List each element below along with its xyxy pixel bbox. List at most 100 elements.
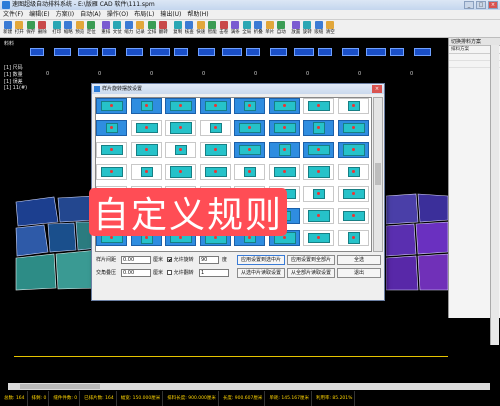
toolbar-button[interactable]: 新建 <box>2 20 14 38</box>
strip-piece[interactable] <box>78 48 98 56</box>
load-selected-button[interactable]: 从选中片读取设置 <box>237 268 285 278</box>
toolbar-button[interactable]: 缩略 <box>63 20 75 38</box>
toolbar-button[interactable]: 折叠 <box>253 20 265 38</box>
spacing-input[interactable]: 0.00 <box>121 256 151 264</box>
piece-thumbnail[interactable] <box>303 164 334 180</box>
toolbar-button[interactable]: 缩力 <box>123 20 135 38</box>
strip-piece[interactable] <box>198 48 215 56</box>
piece-thumbnail[interactable] <box>130 98 162 114</box>
piece-thumbnail[interactable] <box>199 164 231 180</box>
piece-thumbnail[interactable] <box>130 142 162 158</box>
piece-thumbnail[interactable] <box>268 164 300 180</box>
menu-layout[interactable]: 布局(L) <box>131 10 157 19</box>
piece-thumbnail[interactable] <box>199 120 231 136</box>
flip-input[interactable]: 1 <box>199 269 229 277</box>
menu-operate[interactable]: 操作(O) <box>104 10 131 19</box>
toolbar-button[interactable]: 单片 <box>264 20 276 38</box>
menu-help[interactable]: 帮助(H) <box>184 10 211 19</box>
piece-thumbnail[interactable] <box>96 164 127 180</box>
toolbar-button[interactable]: 复制 <box>172 20 184 38</box>
piece-thumbnail[interactable] <box>337 230 369 246</box>
toolbar-button[interactable]: 打开 <box>14 20 26 38</box>
piece-thumbnail[interactable] <box>303 186 334 202</box>
piece-thumbnail[interactable] <box>337 142 369 158</box>
strip-piece[interactable] <box>342 48 359 56</box>
piece-thumbnail[interactable] <box>303 98 334 114</box>
toolbar-button[interactable]: 核查 <box>184 20 196 38</box>
strip-piece[interactable] <box>102 48 116 56</box>
toolbar-button[interactable]: 满条 <box>230 20 242 38</box>
strip-piece[interactable] <box>414 48 431 56</box>
menu-plan[interactable]: 方案(I) <box>53 10 77 19</box>
piece-thumbnail[interactable] <box>165 164 196 180</box>
toolbar-button[interactable]: 删除 <box>37 20 49 38</box>
vertical-scrollbar[interactable] <box>490 45 499 345</box>
toolbar-button[interactable]: 翻转 <box>158 20 170 38</box>
marker-canvas-left[interactable] <box>14 192 98 292</box>
piece-thumbnail[interactable] <box>268 120 300 136</box>
piece-thumbnail[interactable] <box>337 120 369 136</box>
piece-thumbnail[interactable] <box>234 120 265 136</box>
toolbar-button[interactable]: 定位 <box>86 20 98 38</box>
horizontal-scrollbar[interactable] <box>8 383 490 390</box>
piece-thumbnail[interactable] <box>96 120 127 136</box>
toolbar-button[interactable]: 嵌缝 <box>313 20 325 38</box>
toolbar-button[interactable]: 智能 <box>207 20 219 38</box>
toolbar-button[interactable]: 重排 <box>100 20 112 38</box>
overlap-input[interactable]: 0.00 <box>121 269 151 277</box>
toolbar-button[interactable]: 保存 <box>25 20 37 38</box>
toolbar-button[interactable]: 全局 <box>241 20 253 38</box>
strip-piece[interactable] <box>366 48 386 56</box>
toolbar-button[interactable]: 快速 <box>195 20 207 38</box>
menu-output[interactable]: 输出(U) <box>157 10 184 19</box>
apply-all-button[interactable]: 应用设置到全部片 <box>287 255 335 265</box>
piece-thumbnail[interactable] <box>199 142 231 158</box>
piece-thumbnail[interactable] <box>268 142 300 158</box>
piece-thumbnail[interactable] <box>234 164 265 180</box>
strip-piece[interactable] <box>222 48 242 56</box>
select-all-button[interactable]: 全选 <box>337 255 381 265</box>
piece-thumbnail[interactable] <box>165 120 196 136</box>
piece-thumbnail[interactable] <box>165 142 196 158</box>
piece-thumbnail[interactable] <box>234 142 265 158</box>
strip-piece[interactable] <box>390 48 404 56</box>
piece-thumbnail[interactable] <box>199 98 231 114</box>
strip-piece[interactable] <box>318 48 332 56</box>
allow-rotate-checkbox[interactable] <box>167 257 172 262</box>
close-button[interactable]: × <box>488 1 498 9</box>
toolbar-button[interactable]: 旋转 <box>302 20 314 38</box>
strip-piece[interactable] <box>54 48 71 56</box>
strip-piece[interactable] <box>294 48 314 56</box>
menu-auto[interactable]: 自动(A) <box>77 10 104 19</box>
strip-piece[interactable] <box>246 48 260 56</box>
piece-thumbnail[interactable] <box>303 230 334 246</box>
strip-piece[interactable] <box>270 48 287 56</box>
toolbar-button[interactable]: 全排 <box>146 20 158 38</box>
maximize-button[interactable]: □ <box>476 1 486 9</box>
piece-thumbnail[interactable] <box>130 120 162 136</box>
strip-piece[interactable] <box>30 48 44 56</box>
piece-thumbnail[interactable] <box>303 208 334 224</box>
toolbar-button[interactable]: 文仗 <box>112 20 124 38</box>
piece-thumbnail[interactable] <box>96 98 127 114</box>
piece-thumbnail[interactable] <box>268 98 300 114</box>
toolbar-button[interactable]: 打印 <box>51 20 63 38</box>
piece-thumbnail[interactable] <box>303 142 334 158</box>
menu-file[interactable]: 文件(F) <box>0 10 26 19</box>
marker-canvas-right[interactable] <box>386 192 448 292</box>
dialog-close-button[interactable]: × <box>372 85 382 93</box>
toolbar-button[interactable]: 自动 <box>276 20 288 38</box>
piece-thumbnail[interactable] <box>337 164 369 180</box>
allow-flip-checkbox[interactable] <box>167 270 172 275</box>
apply-selected-button[interactable]: 应用设置到选中片 <box>237 255 285 265</box>
exit-button[interactable]: 退出 <box>337 268 381 278</box>
strip-piece[interactable] <box>174 48 188 56</box>
piece-thumbnail[interactable] <box>130 164 162 180</box>
load-all-button[interactable]: 从全部片读取设置 <box>287 268 335 278</box>
piece-thumbnail[interactable] <box>337 186 369 202</box>
grid-scrollbar[interactable] <box>373 97 383 252</box>
toolbar-button[interactable]: 放置 <box>290 20 302 38</box>
toolbar-button[interactable]: 记录 <box>135 20 147 38</box>
piece-thumbnail[interactable] <box>96 142 127 158</box>
toolbar-button[interactable]: 击卷 <box>218 20 230 38</box>
